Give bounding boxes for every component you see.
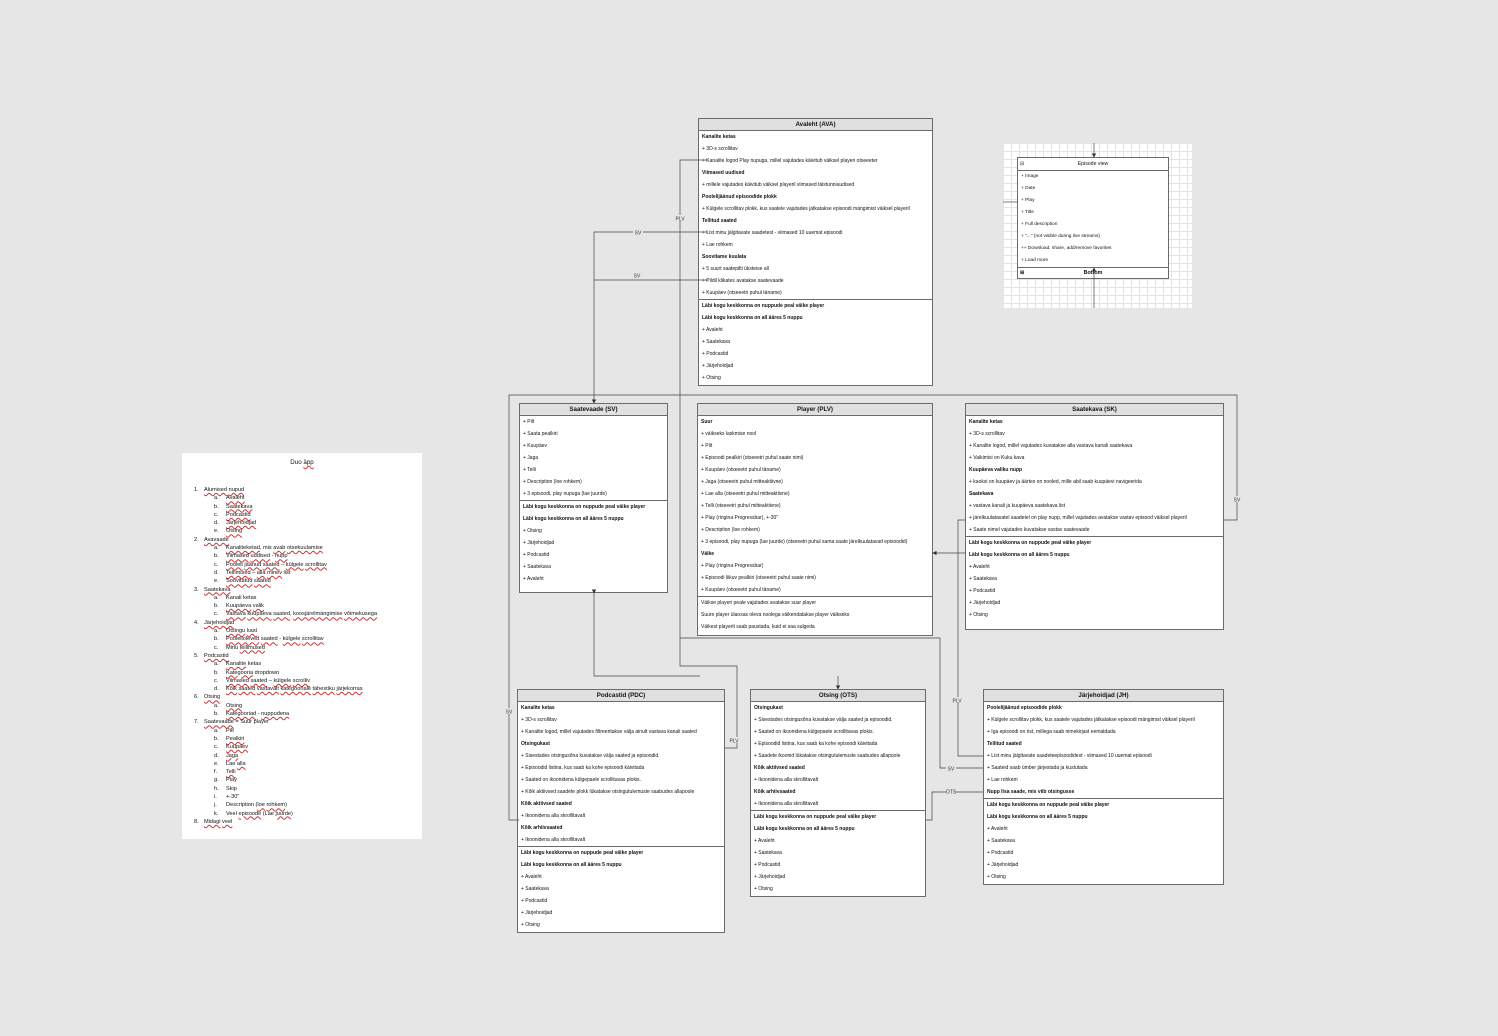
edge-loop-sv [508, 394, 1238, 821]
edge-ava-plv [679, 159, 738, 749]
edge-label: SV [948, 767, 955, 773]
edge-label: SV [1234, 498, 1241, 504]
edge-jh-sv [680, 637, 983, 769]
edge-jh-plv [957, 519, 983, 757]
edge-label: SV [635, 231, 642, 237]
edge-label: SV [634, 274, 641, 280]
edge-label: SV [506, 710, 513, 716]
edge-label: PLV [675, 217, 685, 223]
edge-label: OTS [946, 790, 957, 796]
edge-label: PLV [729, 739, 739, 745]
edge-ava-sv-1 [591, 231, 708, 404]
edge-label: PLV [952, 699, 962, 705]
edge-pdc-sv [591, 589, 700, 677]
edge-jh-ots [926, 791, 983, 821]
connector-layer: PLV SV SV SV SV PLV PLV SV OTS [504, 143, 1242, 821]
